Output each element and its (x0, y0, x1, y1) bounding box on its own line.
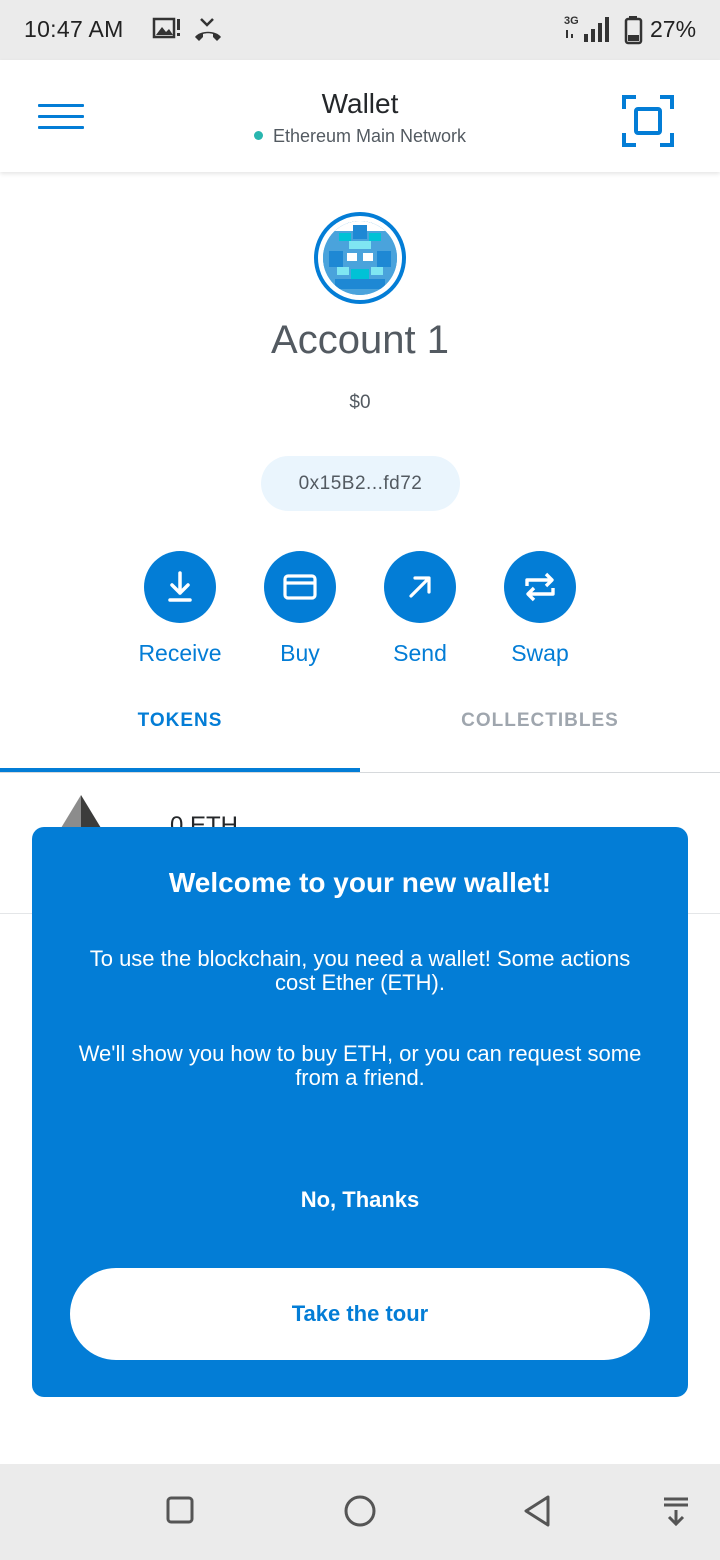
buy-button[interactable]: Buy (250, 551, 350, 667)
status-time: 10:47 AM (24, 16, 124, 42)
account-name[interactable]: Account 1 (0, 318, 720, 363)
swap-label: Swap (511, 640, 569, 666)
account-avatar[interactable] (314, 212, 406, 304)
modal-paragraph-1: To use the blockchain, you need a wallet… (89, 946, 631, 995)
notification-pull-icon[interactable] (662, 1494, 690, 1533)
download-icon (144, 551, 216, 623)
send-button[interactable]: Send (370, 551, 470, 667)
system-nav-bar (0, 1464, 720, 1560)
receive-button[interactable]: Receive (130, 551, 230, 667)
tab-divider (0, 772, 720, 773)
battery-icon (624, 15, 644, 50)
take-tour-button[interactable]: Take the tour (70, 1268, 650, 1360)
signal-icon: 3G (562, 12, 614, 51)
account-balance: $0 (349, 392, 371, 413)
network-type-label: 3G (564, 15, 579, 27)
back-triangle-icon[interactable] (522, 1494, 554, 1533)
image-notification-icon (152, 14, 182, 49)
modal-title: Welcome to your new wallet! (168, 867, 552, 898)
recents-square-icon[interactable] (165, 1494, 195, 1533)
account-address-pill[interactable]: 0x15B2...fd72 (261, 456, 460, 511)
no-thanks-button[interactable]: No, Thanks (32, 1187, 688, 1213)
tab-tokens[interactable]: TOKENS (0, 710, 360, 732)
missed-call-icon (192, 14, 224, 49)
receive-label: Receive (138, 640, 222, 666)
home-circle-icon[interactable] (342, 1494, 378, 1533)
welcome-modal: Welcome to your new wallet! To use the b… (32, 827, 688, 1397)
swap-arrows-icon (504, 551, 576, 623)
buy-label: Buy (280, 640, 320, 666)
battery-percent: 27% (650, 16, 697, 42)
network-status-dot (253, 131, 263, 140)
modal-paragraph-2: We'll show you how to buy ETH, or you ca… (78, 1041, 642, 1090)
page-title: Wallet (321, 88, 399, 119)
network-selector[interactable]: Ethereum Main Network (0, 126, 720, 147)
qr-scan-icon[interactable] (622, 95, 674, 147)
credit-card-icon (264, 551, 336, 623)
app-header: Wallet Ethereum Main Network (0, 60, 720, 172)
arrow-up-right-icon (384, 551, 456, 623)
tab-collectibles[interactable]: COLLECTIBLES (360, 710, 720, 732)
status-bar: 10:47 AM 3G 27% (0, 0, 720, 60)
send-label: Send (393, 640, 447, 666)
identicon-image (323, 221, 397, 295)
swap-button[interactable]: Swap (490, 551, 590, 667)
network-name: Ethereum Main Network (272, 126, 467, 146)
